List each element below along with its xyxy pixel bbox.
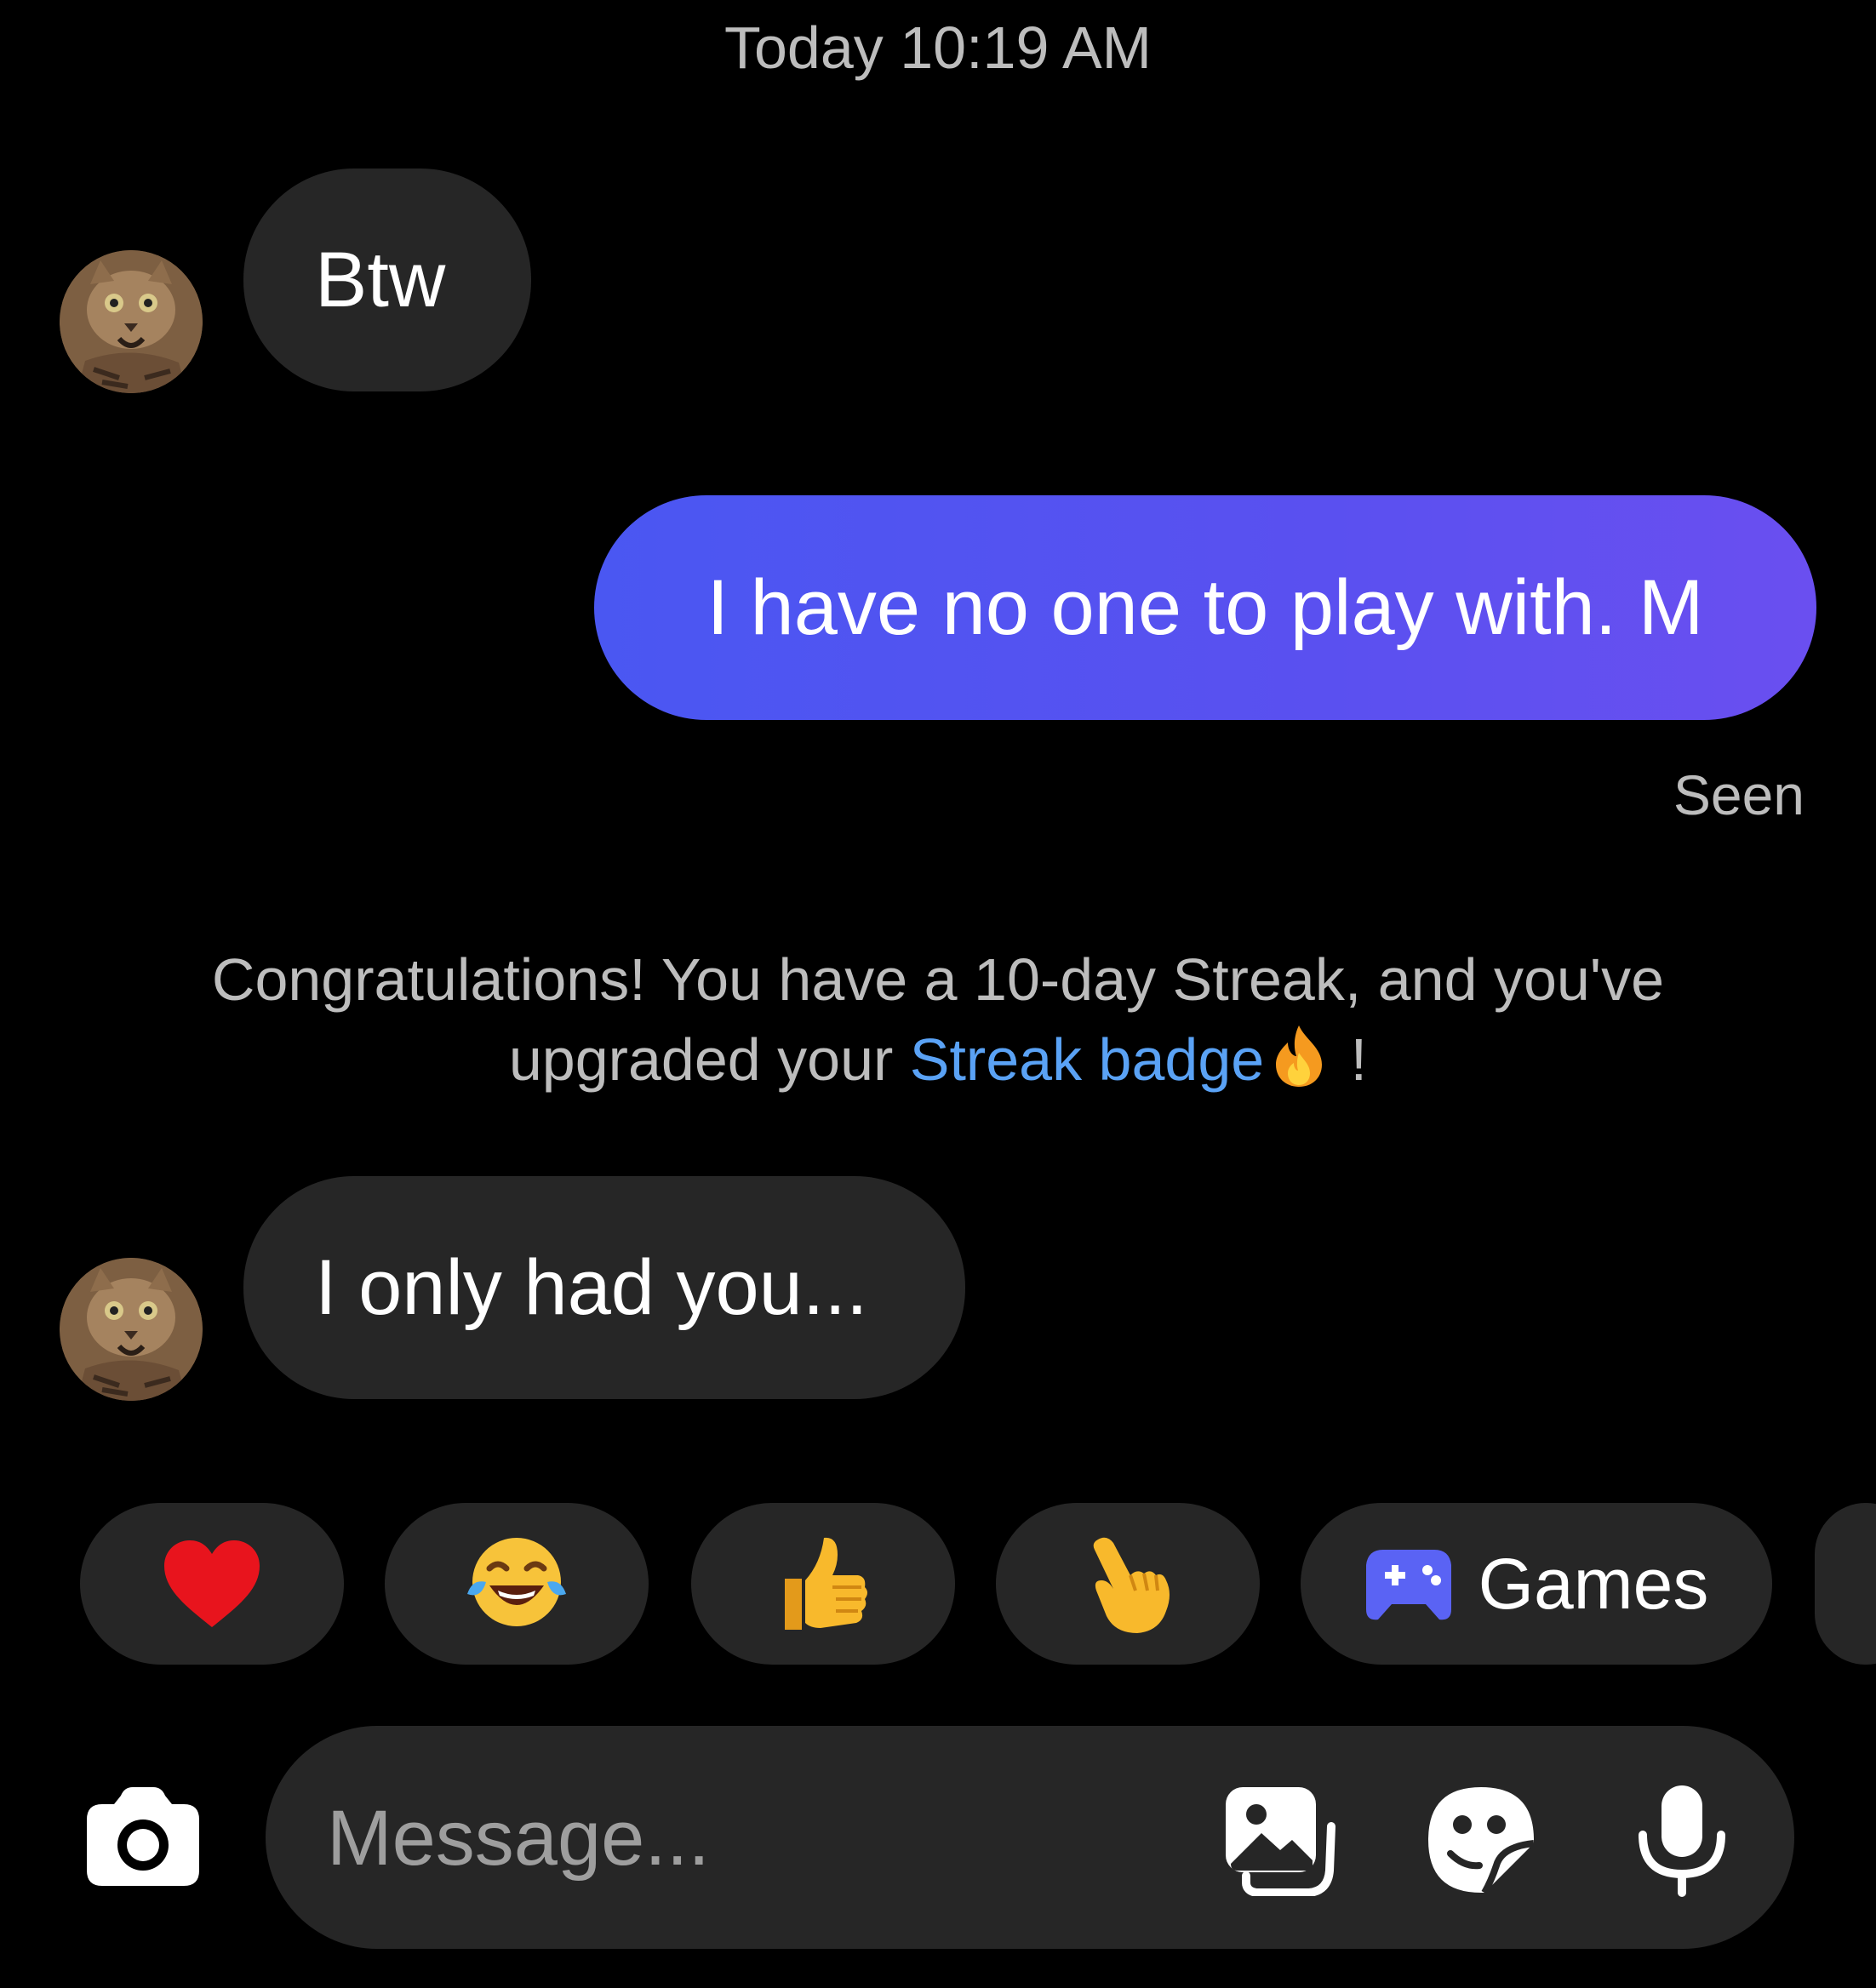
quick-reply-games[interactable]: Games [1301, 1503, 1772, 1665]
streak-notice: Congratulations! You have a 10-day Strea… [85, 940, 1791, 1108]
tears-of-joy-emoji-icon [467, 1538, 566, 1626]
message-bubble-outgoing[interactable]: I have no one to play with. M [594, 495, 1816, 720]
thumbs-up-emoji-icon [785, 1537, 867, 1630]
camera-icon [87, 1787, 199, 1886]
cat-avatar-image [60, 1258, 203, 1401]
streak-notice-end: ! [1334, 1026, 1368, 1093]
chip-label: Games [1478, 1543, 1709, 1624]
message-bubble-incoming[interactable]: Btw [243, 169, 531, 391]
game-controller-icon [1365, 1550, 1451, 1620]
message-text: I have no one to play with. M [706, 563, 1704, 651]
message-text: Btw [315, 236, 446, 323]
quick-reply-heart[interactable] [80, 1503, 344, 1665]
seen-status: Seen [1673, 763, 1805, 826]
red-heart-icon [164, 1540, 260, 1627]
gallery-icon [1226, 1787, 1336, 1897]
fire-icon [1271, 1024, 1327, 1108]
avatar[interactable] [60, 1258, 203, 1401]
camera-button[interactable] [83, 1784, 203, 1889]
quick-reply-pointing-hand[interactable] [996, 1503, 1260, 1665]
quick-reply-partial[interactable] [1815, 1503, 1876, 1665]
message-bubble-incoming[interactable]: I only had you... [243, 1176, 965, 1399]
sticker-button[interactable] [1425, 1784, 1537, 1896]
message-text: I only had you... [315, 1243, 868, 1331]
avatar[interactable] [60, 250, 203, 393]
quick-reply-thumbs-up[interactable] [691, 1503, 955, 1665]
message-composer [266, 1726, 1794, 1951]
message-input[interactable] [325, 1726, 1180, 1951]
microphone-icon [1639, 1785, 1725, 1897]
cat-avatar-image [60, 250, 203, 393]
streak-badge-link[interactable]: Streak badge [910, 1026, 1264, 1093]
quick-reply-laugh[interactable] [385, 1503, 649, 1665]
gallery-button[interactable] [1221, 1784, 1336, 1897]
pointing-hand-emoji-icon [1093, 1537, 1170, 1633]
voice-button[interactable] [1636, 1782, 1728, 1898]
sticker-icon [1428, 1787, 1535, 1894]
thread-timestamp: Today 10:19 AM [724, 14, 1152, 81]
